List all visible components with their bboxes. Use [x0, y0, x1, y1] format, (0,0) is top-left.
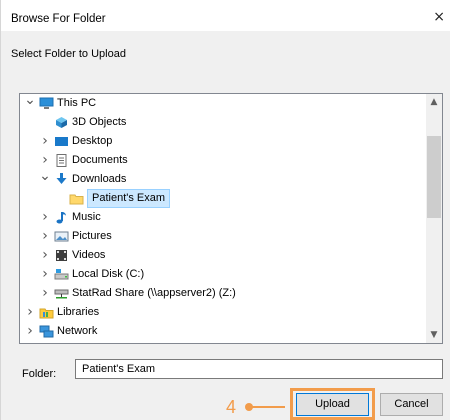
tree-item-label: Patient's Exam: [87, 189, 171, 208]
browse-for-folder-dialog: Browse For Folder × Select Folder to Upl…: [0, 0, 450, 420]
chevron-right-icon[interactable]: ›: [39, 227, 51, 246]
chevron-right-icon[interactable]: ›: [39, 208, 51, 227]
tree-item-label: Music: [72, 211, 101, 223]
3d-objects-icon: [54, 116, 69, 129]
pictures-icon: [54, 230, 69, 243]
this-pc-icon: [39, 97, 54, 110]
tree-item[interactable]: › StatRad Share (\\appserver2) (Z:): [20, 284, 428, 303]
tree-item[interactable]: › Music: [20, 208, 428, 227]
tree-item-label: Desktop: [72, 135, 113, 147]
scroll-down-icon[interactable]: ▼: [426, 327, 442, 343]
chevron-right-icon[interactable]: ›: [39, 265, 51, 284]
tree-item[interactable]: 3D Objects: [20, 113, 428, 132]
tree-item-label: Videos: [72, 249, 106, 261]
chevron-down-icon[interactable]: ⌄: [24, 94, 36, 113]
scroll-up-icon[interactable]: ▲: [426, 94, 442, 110]
chevron-right-icon[interactable]: ›: [24, 303, 36, 322]
chevron-right-icon[interactable]: ›: [39, 246, 51, 265]
window-title: Browse For Folder: [11, 13, 106, 25]
tree-item[interactable]: ⌄ Downloads: [20, 169, 428, 189]
upload-button[interactable]: Upload: [296, 393, 369, 416]
callout-line: [249, 406, 285, 408]
tree-item[interactable]: › Desktop: [20, 132, 428, 151]
tree-item-label: Pictures: [72, 230, 112, 242]
folder-icon: [69, 192, 84, 205]
tree-item-label: This PC: [57, 97, 97, 109]
step-callout-number: 4: [226, 397, 237, 417]
tree-item[interactable]: › Videos: [20, 246, 428, 265]
desktop-icon: [54, 135, 69, 148]
tree-item[interactable]: Patient's Exam: [20, 189, 428, 208]
chevron-right-icon[interactable]: ›: [39, 132, 51, 151]
tree-item[interactable]: › Local Disk (C:): [20, 265, 428, 284]
tree-item-label: Local Disk (C:): [72, 268, 145, 280]
tree-item-label: StatRad Share (\\appserver2) (Z:): [72, 287, 236, 299]
tree-item[interactable]: › Pictures: [20, 227, 428, 246]
tree-item-label: Network: [57, 325, 98, 337]
music-icon: [54, 211, 69, 224]
network-icon: [39, 325, 54, 338]
chevron-down-icon[interactable]: ⌄: [39, 169, 51, 189]
chevron-right-icon[interactable]: ›: [24, 322, 36, 341]
libraries-icon: [39, 306, 54, 319]
tree-item[interactable]: › Network: [20, 322, 428, 341]
chevron-right-icon[interactable]: ›: [39, 284, 51, 303]
folder-field[interactable]: Patient's Exam: [75, 359, 443, 379]
instruction-text: Select Folder to Upload: [11, 48, 126, 60]
tree-item-label: 3D Objects: [72, 116, 127, 128]
scrollbar-thumb[interactable]: [427, 136, 441, 218]
folder-tree[interactable]: ⌄ This PC 3D Objects › Desktop › Documents ⌄ Dow…: [19, 93, 443, 344]
tree-item[interactable]: › Libraries: [20, 303, 428, 322]
vertical-scrollbar[interactable]: ▲ ▼: [426, 94, 442, 343]
tree-item-label: Libraries: [57, 306, 100, 318]
network-drive-icon: [54, 287, 69, 300]
tree-item-label: Downloads: [72, 173, 127, 185]
downloads-icon: [54, 173, 69, 186]
tree-item-label: Documents: [72, 154, 128, 166]
local-disk-icon: [54, 268, 69, 281]
videos-icon: [54, 249, 69, 262]
cancel-button[interactable]: Cancel: [380, 393, 443, 416]
folder-label: Folder:: [22, 368, 57, 380]
title-bar: Browse For Folder ×: [1, 0, 450, 31]
tree-item[interactable]: ⌄ This PC: [20, 94, 428, 113]
tree-item[interactable]: › Documents: [20, 151, 428, 170]
close-icon[interactable]: ×: [433, 9, 445, 25]
documents-icon: [54, 154, 69, 167]
